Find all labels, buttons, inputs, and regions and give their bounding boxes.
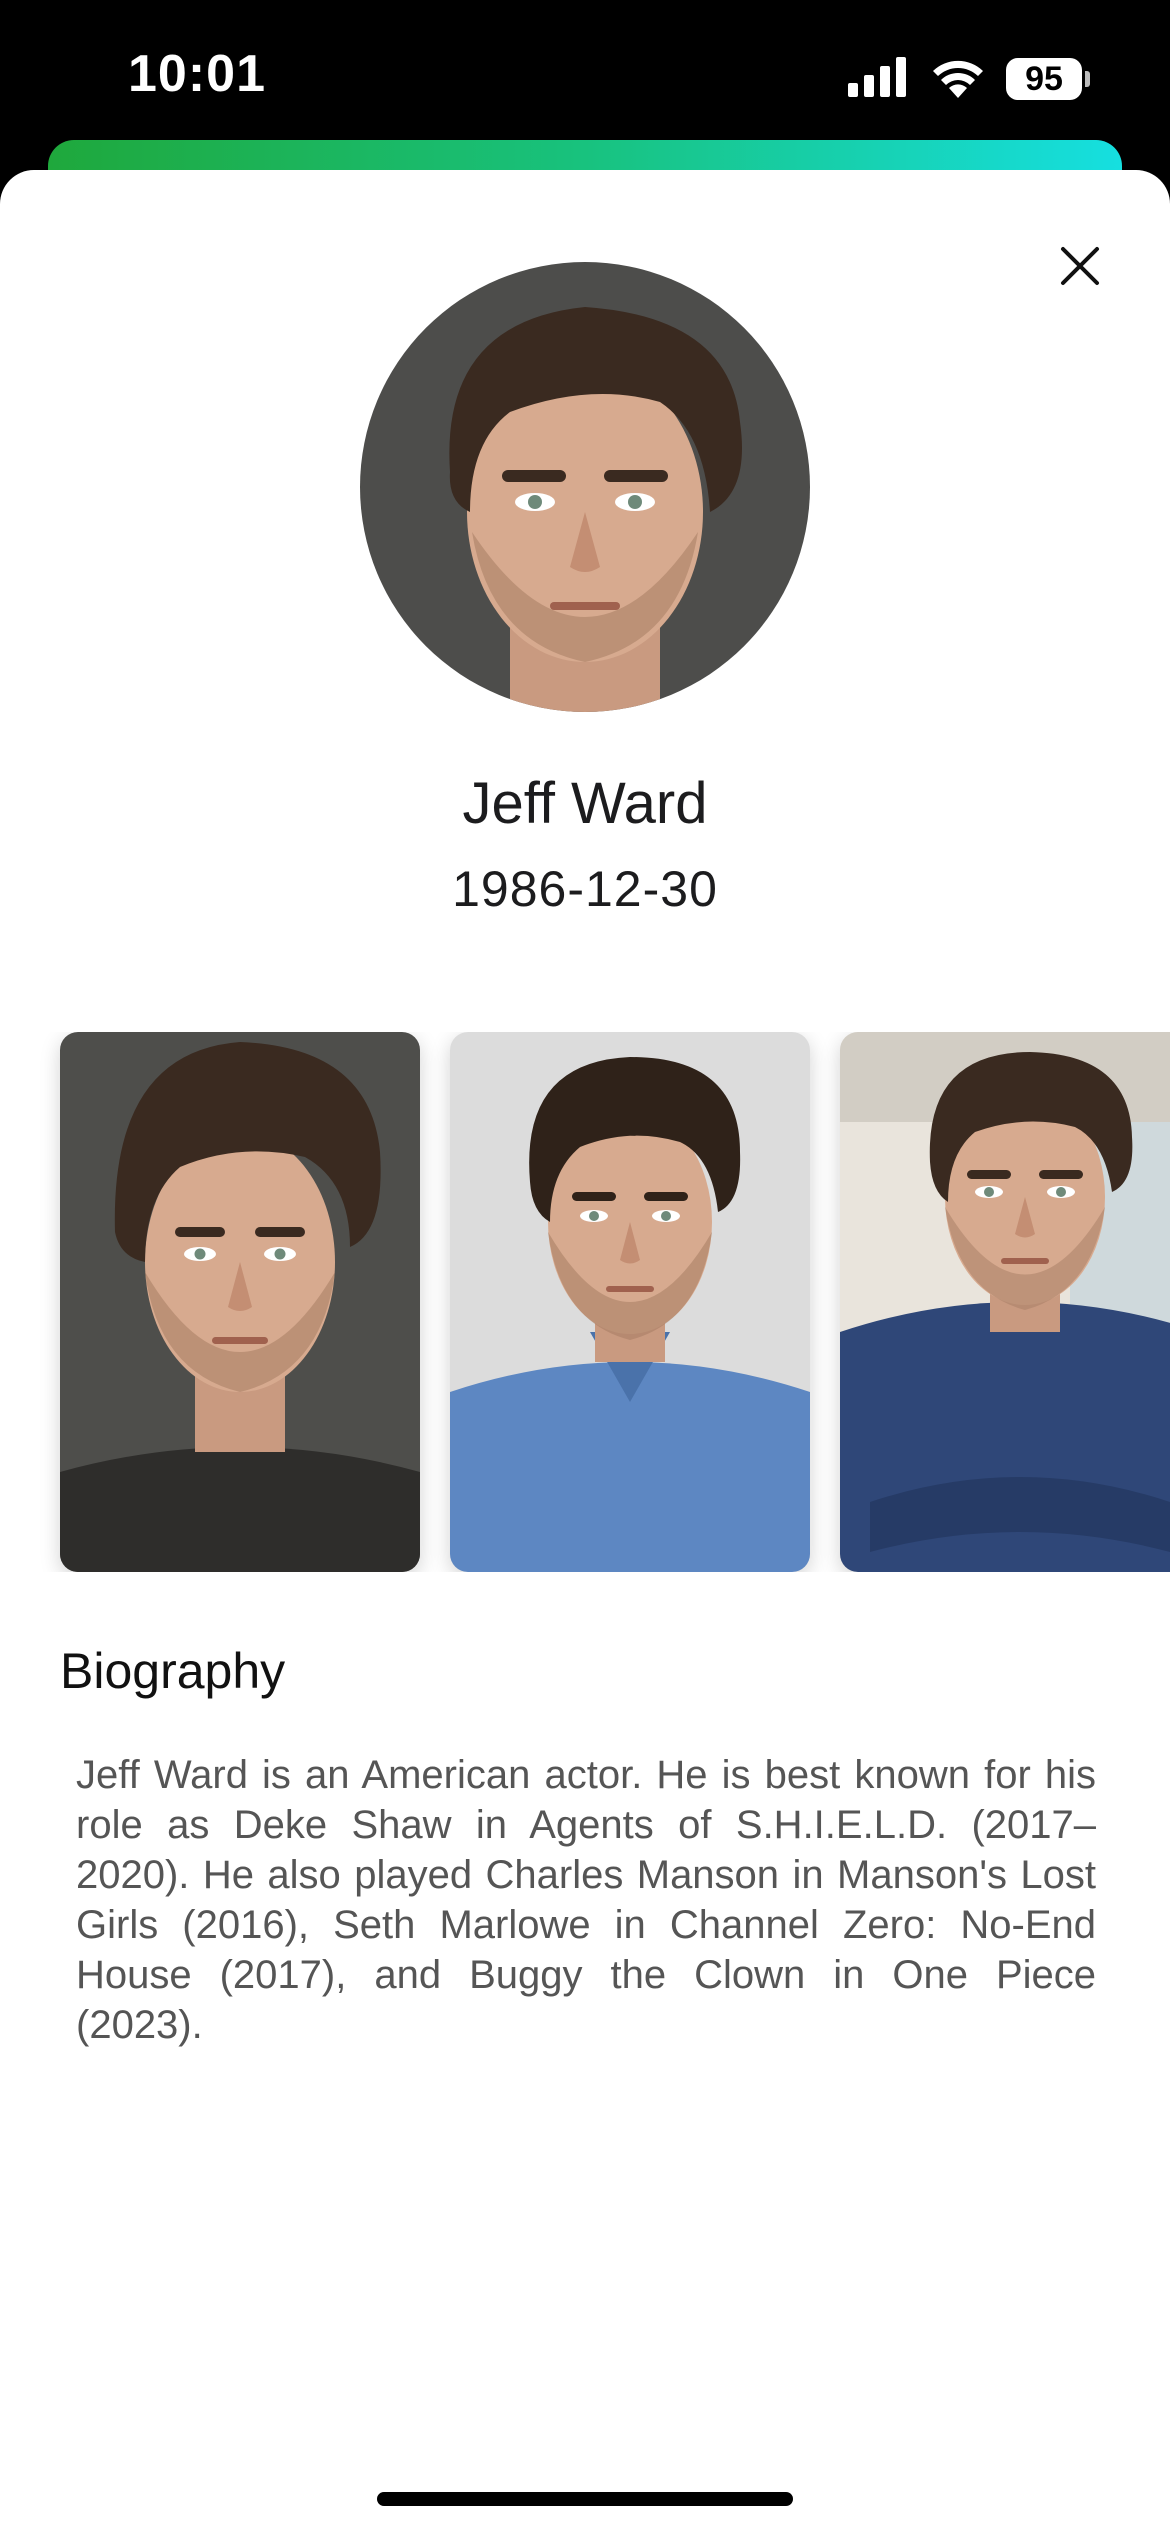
gallery-photo[interactable] [450,1032,810,1572]
battery-icon: 95 [1006,58,1090,100]
birth-date: 1986-12-30 [452,861,718,917]
actor-name: Jeff Ward [462,771,708,836]
status-bar: 10:01 95 [0,0,1170,150]
gallery-photo[interactable] [840,1032,1170,1572]
profile-sheet: Jeff Ward 1986-12-30 Biography Jeff Ward… [0,170,1170,2532]
close-button[interactable] [1054,240,1106,292]
cellular-signal-icon [848,56,910,102]
battery-level: 95 [1006,58,1082,100]
status-icons: 95 [848,54,1090,104]
home-indicator[interactable] [377,2492,793,2506]
gallery-photo[interactable] [60,1032,420,1572]
biography-text: Jeff Ward is an American actor. He is be… [76,1753,1096,2047]
profile-avatar [360,262,810,712]
photo-gallery[interactable] [0,1032,1170,1572]
close-icon [1061,247,1099,285]
biography-heading: Biography [60,1643,286,1699]
wifi-icon [930,56,986,103]
status-time: 10:01 [128,45,266,103]
